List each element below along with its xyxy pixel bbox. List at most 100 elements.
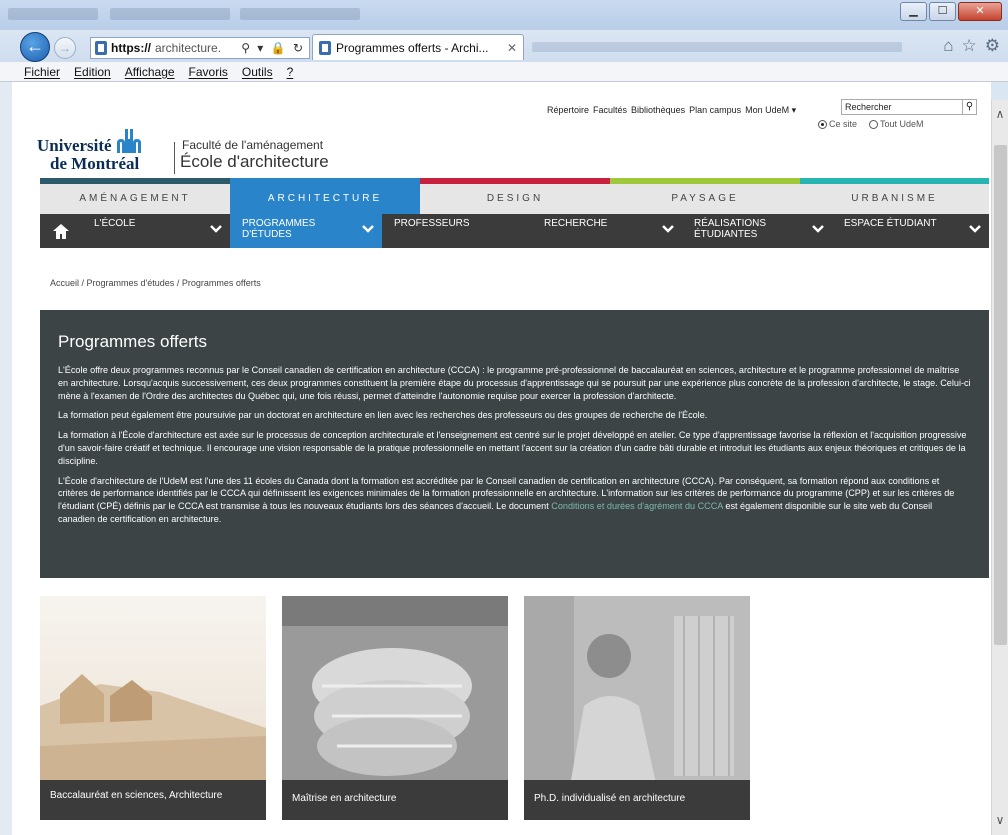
forward-button[interactable]: →	[54, 37, 76, 59]
home-link[interactable]	[40, 214, 82, 248]
titlebar-ghost	[240, 8, 360, 20]
nav-urbanisme[interactable]: URBANISME	[800, 184, 989, 214]
close-window-button[interactable]: ✕	[958, 2, 1002, 21]
home-icon	[53, 223, 69, 239]
subnav-lecole[interactable]: L'ÉCOLE	[82, 214, 230, 248]
site-search: ⚲	[841, 99, 977, 115]
radio-tout-udem[interactable]: Tout UdeM	[869, 119, 924, 129]
nav-architecture[interactable]: ARCHITECTURE	[230, 184, 420, 214]
scroll-thumb[interactable]	[994, 145, 1007, 645]
titlebar-ghost	[110, 8, 230, 20]
logo-university-line2: de Montréal	[50, 154, 140, 173]
card-caption: Ph.D. individualisé en architecture	[524, 780, 750, 820]
browser-menubar: Fichier Edition Affichage Favoris Outils…	[0, 62, 1008, 82]
program-card-maitrise[interactable]: Maîtrise en architecture	[282, 596, 508, 820]
content-panel: Programmes offerts L'École offre deux pr…	[40, 310, 989, 578]
subnav-espace-etudiant-label: ESPACE ÉTUDIANT	[844, 218, 937, 229]
browser-toolbar-icons: ⌂ ☆ ⚙	[943, 36, 1000, 56]
scroll-down-icon[interactable]: ∨	[992, 812, 1008, 829]
address-bar[interactable]: https:// architecture. ⚲ ▾ 🔒 ↻	[90, 37, 310, 59]
link-facultes[interactable]: Facultés	[593, 105, 627, 116]
utility-links: Répertoire Facultés Bibliothèques Plan c…	[547, 105, 796, 116]
ccca-conditions-link[interactable]: Conditions et durées d'agrément du CCCA	[551, 501, 723, 511]
content-paragraph: La formation peut également être poursui…	[58, 410, 708, 421]
tab-close-icon[interactable]: ✕	[507, 41, 517, 55]
search-button[interactable]: ⚲	[962, 100, 976, 114]
subnav-professeurs[interactable]: PROFESSEURS	[382, 214, 532, 248]
menu-outils[interactable]: Outils	[242, 65, 273, 79]
subnav-recherche-label: RECHERCHE	[544, 218, 608, 229]
browser-tab[interactable]: Programmes offerts - Archi... ✕	[312, 34, 524, 60]
address-host: architecture.	[155, 41, 222, 55]
minimize-button[interactable]: ▁	[900, 2, 927, 21]
chevron-down-icon	[362, 225, 374, 233]
content-paragraph: L'École offre deux programmes reconnus p…	[58, 365, 971, 401]
breadcrumb-programmes-offerts: Programmes offerts	[181, 278, 261, 288]
vertical-scrollbar[interactable]: ∧ ∨	[991, 100, 1008, 835]
address-controls[interactable]: ⚲ ▾ 🔒 ↻	[241, 41, 305, 55]
link-repertoire[interactable]: Répertoire	[547, 105, 589, 116]
browser-left-edge	[0, 82, 12, 835]
address-scheme: https://	[111, 41, 151, 55]
radio-ce-site-label: Ce site	[829, 119, 858, 129]
browser-navbar: ← → https:// architecture. ⚲ ▾ 🔒 ↻ Progr…	[0, 30, 1008, 62]
tab-favicon-icon	[319, 40, 331, 55]
page-title: Programmes offerts	[58, 332, 207, 351]
chevron-down-icon	[210, 225, 222, 233]
background-tabs	[532, 42, 902, 52]
chevron-down-icon	[662, 225, 674, 233]
site-favicon-icon	[95, 41, 107, 55]
site-logo[interactable]: Université de Montréal Faculté de l'amén…	[37, 129, 337, 174]
subnav-programmes-label: PROGRAMMES D'ÉTUDES	[242, 218, 316, 240]
subnav-lecole-label: L'ÉCOLE	[94, 218, 136, 229]
favorites-star-icon[interactable]: ☆	[962, 36, 977, 56]
subnav-professeurs-label: PROFESSEURS	[394, 218, 470, 229]
back-button[interactable]: ←	[20, 32, 50, 62]
content-paragraph: La formation à l'École d'architecture es…	[58, 430, 967, 466]
subnav-programmes[interactable]: PROGRAMMES D'ÉTUDES	[230, 214, 382, 248]
program-card-phd[interactable]: Ph.D. individualisé en architecture	[524, 596, 750, 820]
link-plan-campus[interactable]: Plan campus	[689, 105, 741, 116]
search-input[interactable]	[842, 100, 962, 114]
window-controls: ▁ ☐ ✕	[900, 2, 1002, 21]
menu-favoris[interactable]: Favoris	[189, 65, 228, 79]
card-caption: Maîtrise en architecture	[282, 780, 508, 820]
subnav-recherche[interactable]: RECHERCHE	[532, 214, 682, 248]
menu-help[interactable]: ?	[287, 65, 294, 79]
udem-emblem-icon	[117, 129, 141, 153]
maximize-button[interactable]: ☐	[929, 2, 956, 21]
chevron-down-icon	[969, 225, 981, 233]
link-bibliotheques[interactable]: Bibliothèques	[631, 105, 685, 116]
nav-paysage[interactable]: PAYSAGE	[610, 184, 800, 214]
home-icon[interactable]: ⌂	[943, 36, 953, 56]
web-page: Répertoire Facultés Bibliothèques Plan c…	[12, 82, 991, 835]
program-cards: Baccalauréat en sciences, Architecture M…	[40, 596, 750, 820]
program-card-baccalaureat[interactable]: Baccalauréat en sciences, Architecture	[40, 596, 266, 820]
chevron-down-icon	[812, 225, 824, 233]
card-caption: Baccalauréat en sciences, Architecture	[40, 780, 266, 820]
radio-tout-udem-label: Tout UdeM	[880, 119, 924, 129]
menu-edition[interactable]: Edition	[74, 65, 111, 79]
subnav-realisations-label: RÉALISATIONS ÉTUDIANTES	[694, 218, 767, 240]
sub-nav: L'ÉCOLE PROGRAMMES D'ÉTUDES PROFESSEURS …	[40, 214, 989, 248]
logo-school: École d'architecture	[180, 152, 329, 171]
subnav-realisations[interactable]: RÉALISATIONS ÉTUDIANTES	[682, 214, 832, 248]
breadcrumb-accueil[interactable]: Accueil	[50, 278, 79, 288]
window-titlebar: ▁ ☐ ✕	[0, 0, 1008, 30]
logo-university-line1: Université	[37, 136, 112, 155]
search-scope: Ce site Tout UdeM	[818, 119, 924, 129]
link-mon-udem[interactable]: Mon UdeM ▾	[745, 105, 796, 116]
radio-checked-icon	[818, 119, 827, 129]
radio-ce-site[interactable]: Ce site	[818, 119, 857, 129]
nav-design[interactable]: DESIGN	[420, 184, 610, 214]
nav-amenagement[interactable]: AMÉNAGEMENT	[40, 184, 230, 214]
menu-affichage[interactable]: Affichage	[125, 65, 175, 79]
subnav-espace-etudiant[interactable]: ESPACE ÉTUDIANT	[832, 214, 989, 248]
scroll-up-icon[interactable]: ∧	[992, 106, 1008, 123]
breadcrumb-programmes-etudes[interactable]: Programmes d'études	[87, 278, 175, 288]
breadcrumb: Accueil / Programmes d'études / Programm…	[50, 278, 261, 288]
settings-gear-icon[interactable]: ⚙	[985, 36, 1000, 56]
radio-unchecked-icon	[869, 119, 879, 129]
menu-fichier[interactable]: Fichier	[24, 65, 60, 79]
titlebar-ghost	[8, 8, 98, 20]
